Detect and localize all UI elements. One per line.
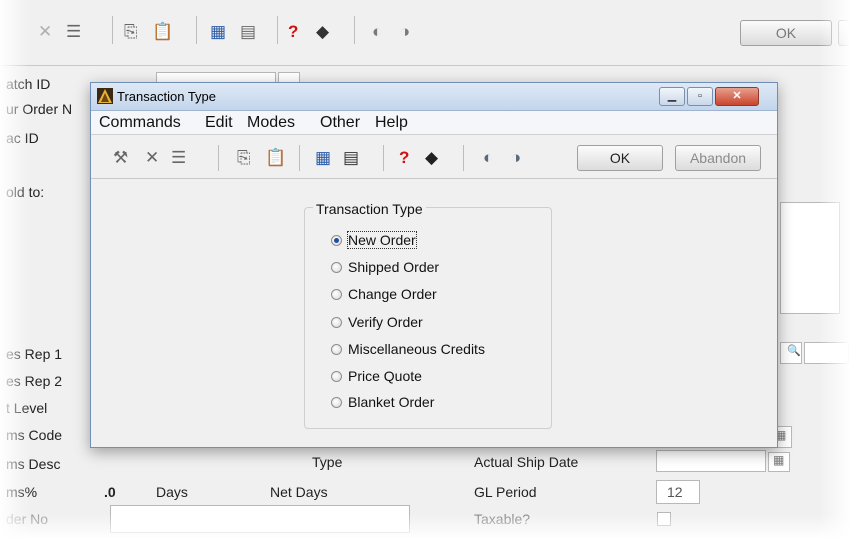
option-label: Miscellaneous Credits: [348, 341, 485, 357]
option-miscellaneous-credits[interactable]: Miscellaneous Credits: [331, 341, 485, 361]
option-label: Change Order: [348, 286, 437, 302]
sales-rep-lookup[interactable]: 🔍: [780, 342, 802, 364]
option-label: New Order: [347, 231, 417, 249]
price-level-label: t Level: [6, 400, 48, 416]
option-shipped-order[interactable]: Shipped Order: [331, 259, 439, 279]
minimize-button[interactable]: ▁: [659, 87, 685, 106]
taxable-checkbox[interactable]: [657, 512, 671, 526]
abandon-button[interactable]: Abandon: [675, 145, 761, 171]
help-icon[interactable]: ?: [399, 148, 409, 168]
spec-id-label: ac ID: [6, 130, 39, 146]
dialog-title-bar[interactable]: Transaction Type ▁ ▫ ✕: [91, 83, 777, 111]
toolbar-separator: [112, 16, 113, 44]
back-icon[interactable]: ◐: [483, 148, 493, 168]
list-icon[interactable]: ☰: [171, 148, 186, 168]
menu-commands[interactable]: Commands: [99, 114, 181, 132]
tools-icon[interactable]: ⚒: [113, 148, 128, 168]
abandon-button-background[interactable]: [838, 20, 849, 46]
option-label: Verify Order: [348, 314, 423, 330]
forward-icon[interactable]: ◑: [511, 148, 521, 168]
net-days-label: Net Days: [270, 484, 328, 500]
sales-rep-field[interactable]: [804, 342, 849, 364]
gl-period-value: 12: [667, 484, 683, 500]
dialog-menubar: Commands Edit Modes Other Help: [91, 111, 777, 135]
sales-rep-1-label: es Rep 1: [6, 346, 63, 362]
calculator-icon[interactable]: ▦: [210, 22, 226, 42]
toolbar-separator: [383, 145, 384, 171]
option-label: Shipped Order: [348, 259, 440, 275]
order-no-bottom-label: der No: [6, 511, 49, 527]
help-icon[interactable]: ?: [288, 22, 298, 42]
days-label: Days: [156, 484, 188, 500]
gl-period-label: GL Period: [474, 484, 537, 500]
ok-button[interactable]: OK: [577, 145, 663, 171]
radio-button[interactable]: [331, 235, 342, 246]
menu-other[interactable]: Other: [320, 114, 360, 132]
maximize-button[interactable]: ▫: [687, 87, 713, 106]
radio-button[interactable]: [331, 289, 342, 300]
delete-icon[interactable]: ✕: [38, 22, 52, 42]
terms-pct-value: .0: [104, 484, 116, 500]
order-no-label: ur Order N: [6, 101, 73, 117]
order-no-field[interactable]: [110, 505, 410, 533]
sales-rep-2-label: es Rep 2: [6, 373, 63, 389]
back-icon[interactable]: ◐: [372, 22, 382, 42]
toolbar-separator: [299, 145, 300, 171]
close-button[interactable]: ✕: [715, 87, 759, 106]
option-verify-order[interactable]: Verify Order: [331, 314, 423, 334]
gl-period-field[interactable]: 12: [656, 480, 700, 504]
book-icon[interactable]: ◆: [425, 148, 438, 168]
list-icon[interactable]: ☰: [66, 22, 81, 42]
option-label: Price Quote: [348, 368, 422, 384]
option-label: Blanket Order: [348, 394, 435, 410]
radio-button[interactable]: [331, 262, 342, 273]
radio-button[interactable]: [331, 344, 342, 355]
toolbar-separator: [354, 16, 355, 44]
menu-edit[interactable]: Edit: [205, 114, 233, 132]
menu-help[interactable]: Help: [375, 114, 408, 132]
toolbar-separator: [463, 145, 464, 171]
transaction-type-group-title: Transaction Type: [313, 201, 426, 217]
calendar-icon[interactable]: ▤: [343, 148, 359, 168]
forward-icon[interactable]: ◑: [400, 22, 410, 42]
option-price-quote[interactable]: Price Quote: [331, 368, 422, 388]
calculator-icon[interactable]: ▦: [315, 148, 331, 168]
batch-id-label: atch ID: [6, 76, 51, 92]
book-icon[interactable]: ◆: [316, 22, 329, 42]
dialog-title: Transaction Type: [117, 89, 216, 104]
terms-code-label: ms Code: [6, 427, 63, 443]
copy-icon[interactable]: ⎘: [124, 22, 138, 42]
background-toolbar: ✕ ☰ ⎘ 📋 ▦ ▤ ? ◆ ◐ ◑ OK: [0, 0, 849, 66]
actual-ship-date-field[interactable]: [656, 450, 766, 472]
ok-button-background[interactable]: OK: [740, 20, 832, 46]
sold-to-label: old to:: [6, 184, 45, 200]
option-blanket-order[interactable]: Blanket Order: [331, 394, 434, 414]
radio-button[interactable]: [331, 371, 342, 382]
copy-icon[interactable]: ⎘: [237, 148, 251, 168]
option-change-order[interactable]: Change Order: [331, 286, 437, 306]
delete-icon[interactable]: ✕: [145, 148, 159, 168]
ship-to-address-box[interactable]: [780, 202, 840, 314]
paste-icon[interactable]: 📋: [152, 22, 173, 42]
toolbar-separator: [277, 16, 278, 44]
radio-button[interactable]: [331, 397, 342, 408]
menu-modes[interactable]: Modes: [247, 114, 295, 132]
radio-button[interactable]: [331, 317, 342, 328]
type-label: Type: [312, 454, 343, 470]
app-logo-icon: [97, 88, 113, 104]
actual-ship-date-calendar[interactable]: ▦: [768, 452, 790, 472]
terms-desc-label: ms Desc: [6, 456, 61, 472]
toolbar-separator: [218, 145, 219, 171]
paste-icon[interactable]: 📋: [265, 148, 286, 168]
calendar-icon[interactable]: ▤: [240, 22, 256, 42]
toolbar-separator: [196, 16, 197, 44]
actual-ship-date-label: Actual Ship Date: [474, 454, 579, 470]
terms-pct-label: ms%: [6, 484, 38, 500]
transaction-type-dialog: Transaction Type ▁ ▫ ✕ Commands Edit Mod…: [90, 82, 778, 448]
taxable-label: Taxable?: [474, 511, 531, 527]
dialog-toolbar: ⚒ ✕ ☰ ⎘ 📋 ▦ ▤ ? ◆ ◐ ◑ OK Abandon: [91, 137, 777, 179]
option-new-order[interactable]: New Order: [331, 231, 417, 252]
